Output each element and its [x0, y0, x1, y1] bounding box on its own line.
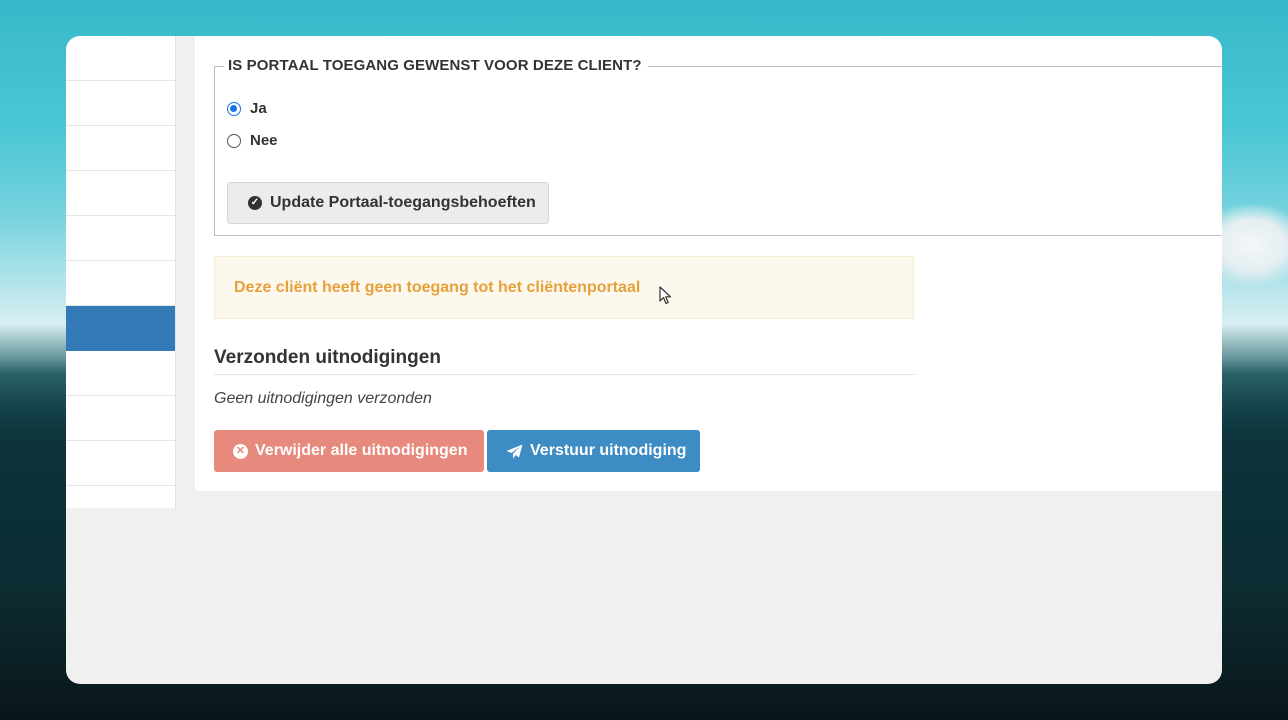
sidebar-item[interactable]	[66, 171, 175, 216]
sidebar-item[interactable]	[66, 36, 175, 81]
sidebar-item[interactable]	[66, 216, 175, 261]
check-circle-icon: ✓	[248, 196, 262, 210]
no-invitations-text: Geen uitnodigingen verzonden	[214, 390, 432, 407]
radio-option-nee[interactable]: Nee	[227, 132, 278, 149]
radio-nee[interactable]	[227, 133, 241, 148]
radio-ja[interactable]	[227, 101, 241, 116]
app-window: IS PORTAAL TOEGANG GEWENST VOOR DEZE CLI…	[66, 36, 1222, 684]
sidebar-item[interactable]	[66, 441, 175, 486]
send-invitation-label: Verstuur uitnodiging	[530, 442, 687, 459]
radio-nee-label: Nee	[250, 132, 278, 149]
times-circle-icon: ✕	[233, 443, 248, 459]
no-access-alert-text: Deze cliënt heeft geen toegang tot het c…	[234, 278, 641, 296]
delete-all-invitations-label: Verwijder alle uitnodigingen	[255, 442, 468, 459]
sidebar-item[interactable]	[66, 396, 175, 441]
sidebar-item[interactable]	[66, 351, 175, 396]
content-panel: IS PORTAAL TOEGANG GEWENST VOOR DEZE CLI…	[195, 36, 1222, 491]
sidebar-item[interactable]	[66, 261, 175, 306]
mouse-cursor-icon	[659, 286, 672, 305]
radio-ja-label: Ja	[250, 100, 267, 117]
portal-access-legend: IS PORTAAL TOEGANG GEWENST VOOR DEZE CLI…	[224, 57, 648, 74]
update-portal-access-button[interactable]: ✓ Update Portaal-toegangsbehoeften	[227, 182, 549, 224]
no-access-alert: Deze cliënt heeft geen toegang tot het c…	[214, 256, 914, 319]
update-portal-access-label: Update Portaal-toegangsbehoeften	[270, 194, 536, 211]
sidebar-item-active[interactable]	[66, 306, 175, 351]
paper-plane-icon	[506, 444, 523, 458]
send-invitation-button[interactable]: Verstuur uitnodiging	[487, 430, 700, 472]
delete-all-invitations-button[interactable]: ✕ Verwijder alle uitnodigingen	[214, 430, 484, 472]
radio-option-ja[interactable]: Ja	[227, 100, 267, 117]
sidebar-item[interactable]	[66, 81, 175, 126]
sidebar-item[interactable]	[66, 126, 175, 171]
sidebar	[66, 36, 176, 508]
portal-access-fieldset: IS PORTAAL TOEGANG GEWENST VOOR DEZE CLI…	[214, 57, 1222, 236]
sent-invitations-title: Verzonden uitnodigingen	[214, 347, 915, 375]
